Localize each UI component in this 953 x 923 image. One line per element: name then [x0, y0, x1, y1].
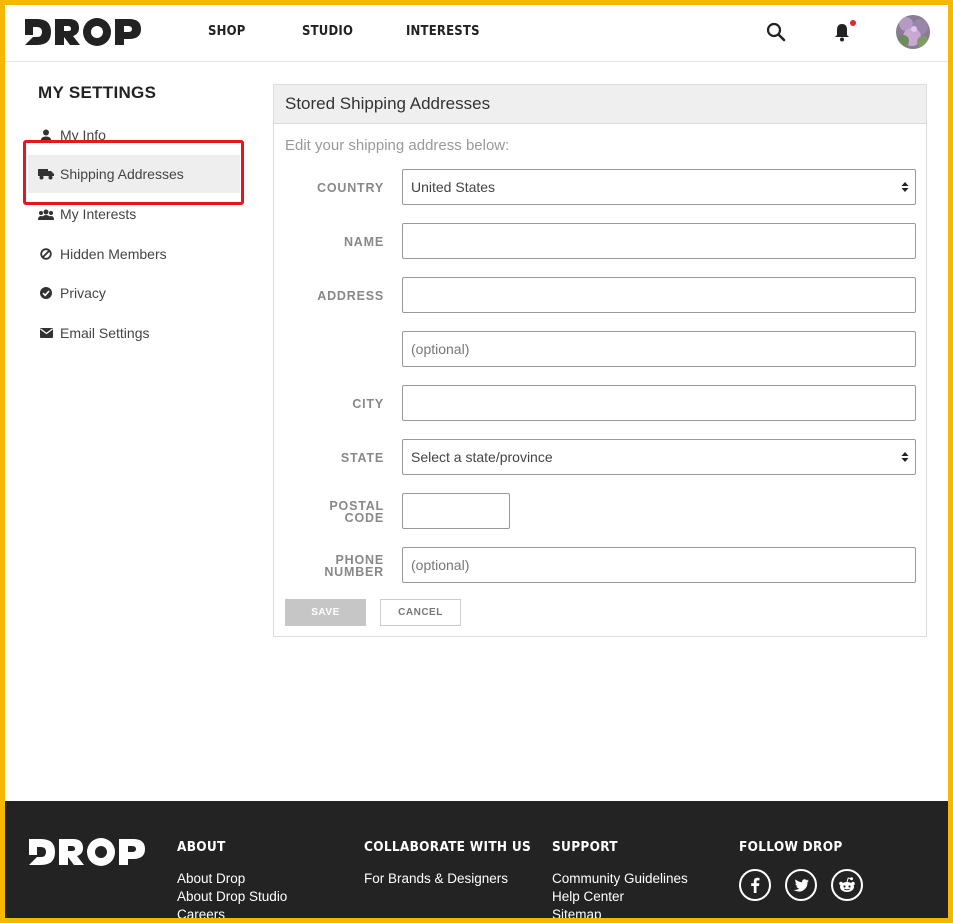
- check-circle-icon: [38, 286, 54, 300]
- sidebar-item-privacy[interactable]: Privacy: [28, 274, 240, 312]
- footer-link-about-drop[interactable]: About Drop: [177, 871, 245, 886]
- notification-dot: [850, 20, 856, 26]
- sidebar-title: MY SETTINGS: [38, 83, 157, 102]
- nav-interests[interactable]: INTERESTS: [406, 24, 480, 39]
- sidebar-item-hidden-members[interactable]: Hidden Members: [28, 235, 240, 273]
- footer-link-about-drop-studio[interactable]: About Drop Studio: [177, 889, 287, 904]
- country-select[interactable]: United States: [402, 169, 916, 205]
- footer-link-sitemap[interactable]: Sitemap: [552, 907, 602, 922]
- postal-code-label: POSTAL CODE: [274, 500, 384, 525]
- phone-placeholder: (optional): [411, 557, 470, 573]
- avatar[interactable]: [896, 15, 930, 49]
- shipping-address-panel: Stored Shipping Addresses Edit your ship…: [273, 84, 927, 637]
- footer-collaborate-title: COLLABORATE WITH US: [364, 839, 532, 855]
- footer-drop-logo[interactable]: [27, 837, 149, 867]
- sidebar-item-label: Privacy: [60, 285, 106, 301]
- footer-link-community-guidelines[interactable]: Community Guidelines: [552, 871, 688, 886]
- city-label: CITY: [352, 397, 384, 411]
- ban-icon: [38, 247, 54, 261]
- cancel-button[interactable]: CANCEL: [380, 599, 461, 626]
- site-footer: ABOUT About Drop About Drop Studio Caree…: [5, 801, 948, 922]
- group-icon: [38, 207, 54, 221]
- panel-header: Stored Shipping Addresses: [274, 85, 926, 124]
- state-value: Select a state/province: [411, 449, 553, 465]
- postal-label-line2: CODE: [344, 511, 384, 525]
- phone-number-field[interactable]: (optional): [402, 547, 916, 583]
- country-label: COUNTRY: [317, 181, 384, 195]
- postal-code-field[interactable]: [402, 493, 510, 529]
- address-field[interactable]: [402, 277, 916, 313]
- nav-shop[interactable]: SHOP: [208, 24, 246, 39]
- drop-logo[interactable]: [23, 17, 145, 47]
- select-arrows-icon: [901, 452, 909, 462]
- select-arrows-icon: [901, 182, 909, 192]
- panel-subtitle: Edit your shipping address below:: [285, 137, 510, 154]
- facebook-icon[interactable]: [739, 869, 771, 901]
- panel-title: Stored Shipping Addresses: [285, 94, 491, 113]
- name-field[interactable]: [402, 223, 916, 259]
- city-field[interactable]: [402, 385, 916, 421]
- sidebar-item-label: Email Settings: [60, 325, 150, 341]
- search-icon[interactable]: [765, 21, 787, 43]
- footer-link-careers[interactable]: Careers: [177, 907, 225, 922]
- state-label: STATE: [340, 451, 384, 465]
- footer-about-title: ABOUT: [177, 839, 226, 855]
- sidebar-item-label: Hidden Members: [60, 246, 167, 262]
- country-value: United States: [411, 179, 496, 195]
- address-label: ADDRESS: [317, 289, 384, 303]
- twitter-icon[interactable]: [785, 869, 817, 901]
- sidebar-item-label: My Interests: [60, 206, 137, 222]
- footer-follow-title: FOLLOW DROP: [739, 839, 843, 855]
- sidebar-item-email-settings[interactable]: Email Settings: [28, 314, 240, 352]
- phone-number-label: PHONE NUMBER: [274, 554, 384, 579]
- footer-link-help-center[interactable]: Help Center: [552, 889, 624, 904]
- highlight-box: [23, 140, 244, 205]
- address-line2-placeholder: (optional): [411, 341, 470, 357]
- footer-support-title: SUPPORT: [552, 839, 618, 855]
- reddit-icon[interactable]: [831, 869, 863, 901]
- top-header: SHOP STUDIO INTERESTS: [5, 5, 948, 62]
- nav-studio[interactable]: STUDIO: [302, 24, 353, 39]
- address-line2-field[interactable]: (optional): [402, 331, 916, 367]
- footer-link-brands-designers[interactable]: For Brands & Designers: [364, 871, 508, 886]
- phone-label-line2: NUMBER: [324, 565, 384, 579]
- save-button[interactable]: SAVE: [285, 599, 366, 626]
- envelope-icon: [38, 326, 54, 340]
- name-label: NAME: [343, 235, 384, 249]
- state-select[interactable]: Select a state/province: [402, 439, 916, 475]
